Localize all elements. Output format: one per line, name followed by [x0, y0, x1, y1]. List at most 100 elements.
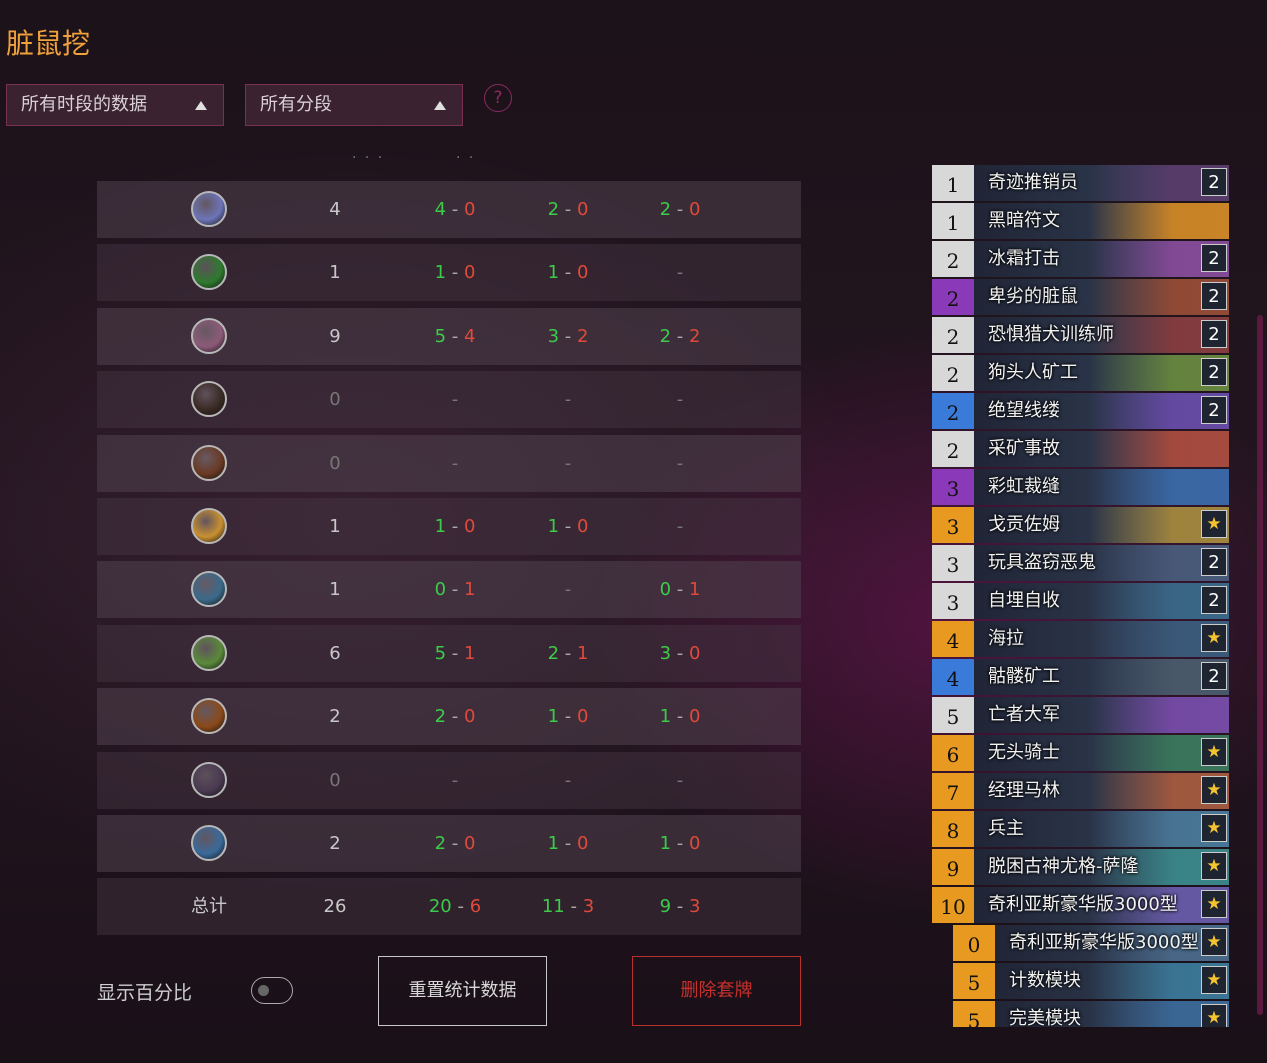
- first-record: 2 - 1: [518, 625, 618, 682]
- deck-card[interactable]: 7 经理马林 ★: [932, 773, 1229, 809]
- deck-card[interactable]: 4 海拉 ★: [932, 621, 1229, 657]
- header-ellipsis: · · ·: [352, 150, 385, 166]
- deck-scrollbar[interactable]: [1257, 315, 1263, 1015]
- overall-losses: 0: [463, 706, 476, 728]
- mana-cost: 2: [932, 279, 974, 315]
- opponent-class-cell: [187, 561, 231, 618]
- deck-card[interactable]: 5 亡者大军: [932, 697, 1229, 733]
- header-ellipsis: · ·: [456, 150, 476, 166]
- druid-class-icon: [191, 698, 227, 735]
- deck-card[interactable]: 3 彩虹裁缝: [932, 469, 1229, 505]
- help-icon[interactable]: ?: [484, 84, 512, 112]
- legendary-star-icon: ★: [1201, 814, 1227, 842]
- deck-card[interactable]: 3 玩具盗窃恶鬼 2: [932, 545, 1229, 581]
- first-wins: 2: [547, 642, 560, 664]
- card-count: 2: [1201, 396, 1227, 424]
- show-percent-label: 显示百分比: [97, 982, 193, 1004]
- card-name: 完美模块: [1009, 1008, 1081, 1027]
- card-art: [1089, 697, 1229, 733]
- overall-record: 4 - 0: [405, 181, 505, 238]
- deck-card[interactable]: 4 骷髅矿工 2: [932, 659, 1229, 695]
- first-losses: 0: [576, 199, 589, 220]
- record-separator: -: [559, 642, 577, 664]
- matchup-stats-table: 44 - 02 - 02 - 011 - 01 - 0-95 - 43 - 22…: [97, 181, 801, 942]
- mana-cost: 8: [932, 811, 974, 847]
- rank-dropdown[interactable]: 所有分段: [245, 84, 463, 126]
- first-empty: -: [564, 769, 572, 791]
- matchup-row: 10 - 1-0 - 1: [97, 561, 801, 619]
- second-record: -: [630, 752, 730, 809]
- deck-card[interactable]: 6 无头骑士 ★: [932, 735, 1229, 771]
- first-record: 2 - 0: [518, 181, 618, 238]
- overall-losses: 0: [463, 262, 476, 284]
- opponent-class-cell: [187, 688, 231, 745]
- reset-stats-button[interactable]: 重置统计数据: [378, 956, 547, 1026]
- overall-losses: 0: [463, 832, 476, 854]
- second-empty: -: [676, 452, 684, 474]
- deck-card[interactable]: 2 冰霜打击 2: [932, 241, 1229, 277]
- record-separator: -: [671, 896, 689, 918]
- games-count: 4: [329, 199, 341, 220]
- second-wins: 1: [659, 706, 672, 728]
- hunter-class-icon: [191, 634, 227, 671]
- delete-deck-button[interactable]: 删除套牌: [632, 956, 801, 1026]
- first-losses: 0: [576, 515, 589, 537]
- overall-losses: 0: [463, 199, 476, 220]
- priest-class-icon: [191, 191, 227, 227]
- second-empty: -: [676, 262, 684, 284]
- opponent-class-cell: [187, 625, 231, 682]
- deck-card[interactable]: 2 恐惧猎犬训练师 2: [932, 317, 1229, 353]
- deck-card[interactable]: 5 计数模块 ★: [953, 963, 1229, 999]
- opponent-class-cell: [187, 181, 231, 238]
- deck-card[interactable]: 2 绝望线缕 2: [932, 393, 1229, 429]
- first-empty: -: [564, 579, 572, 601]
- opponent-class-cell: [187, 435, 231, 492]
- totals-label: 总计: [191, 896, 227, 918]
- deck-card[interactable]: 2 采矿事故: [932, 431, 1229, 467]
- mana-cost: 5: [953, 963, 995, 999]
- show-percent-toggle[interactable]: [251, 977, 293, 1004]
- second-record: 1 - 0: [630, 815, 730, 872]
- shaman-class-icon: [191, 571, 227, 608]
- opponent-class-cell: [187, 308, 231, 365]
- mana-cost: 5: [932, 697, 974, 733]
- card-name: 亡者大军: [988, 704, 1060, 725]
- totals-row: 总计 26 20 - 6 11 - 39 - 3: [97, 878, 801, 936]
- time-range-dropdown[interactable]: 所有时段的数据: [6, 84, 224, 126]
- first-empty: -: [564, 452, 572, 474]
- deck-card[interactable]: 3 自埋自收 2: [932, 583, 1229, 619]
- overall-losses: 4: [463, 325, 476, 347]
- second-wins: 9: [659, 896, 672, 918]
- deck-card[interactable]: 1 奇迹推销员 2: [932, 165, 1229, 201]
- deck-card[interactable]: 10 奇利亚斯豪华版3000型 ★: [932, 887, 1229, 923]
- mana-cost: 3: [932, 545, 974, 581]
- second-record: -: [630, 244, 730, 301]
- deck-card[interactable]: 0 奇利亚斯豪华版3000型 ★: [953, 925, 1229, 961]
- legendary-star-icon: ★: [1201, 624, 1227, 652]
- mana-cost: 7: [932, 773, 974, 809]
- card-count: 2: [1201, 586, 1227, 614]
- deck-card[interactable]: 2 狗头人矿工 2: [932, 355, 1229, 391]
- second-losses: 2: [688, 325, 701, 347]
- games-count: 1: [329, 515, 341, 537]
- overall-record: 2 - 0: [405, 815, 505, 872]
- deck-card[interactable]: 3 戈贡佐姆 ★: [932, 507, 1229, 543]
- deck-card[interactable]: 8 兵主 ★: [932, 811, 1229, 847]
- second-losses: 0: [688, 832, 701, 854]
- overall-record: 1 - 0: [405, 498, 505, 555]
- legendary-star-icon: ★: [1201, 966, 1227, 994]
- card-art: [1089, 203, 1229, 239]
- overall-empty: -: [451, 389, 459, 411]
- matchup-row: 95 - 43 - 22 - 2: [97, 307, 801, 365]
- deck-card[interactable]: 2 卑劣的脏鼠 2: [932, 279, 1229, 315]
- games-count: 2: [329, 706, 341, 728]
- record-separator: -: [446, 706, 464, 728]
- deck-card[interactable]: 1 黑暗符文: [932, 203, 1229, 239]
- legendary-star-icon: ★: [1201, 776, 1227, 804]
- second-wins: 2: [659, 325, 672, 347]
- overall-wins: 1: [434, 262, 447, 284]
- deck-card[interactable]: 9 脱困古神尤格-萨隆 ★: [932, 849, 1229, 885]
- first-record: 1 - 0: [518, 244, 618, 301]
- second-losses: 0: [688, 706, 701, 728]
- deck-card[interactable]: 5 完美模块 ★: [953, 1001, 1229, 1027]
